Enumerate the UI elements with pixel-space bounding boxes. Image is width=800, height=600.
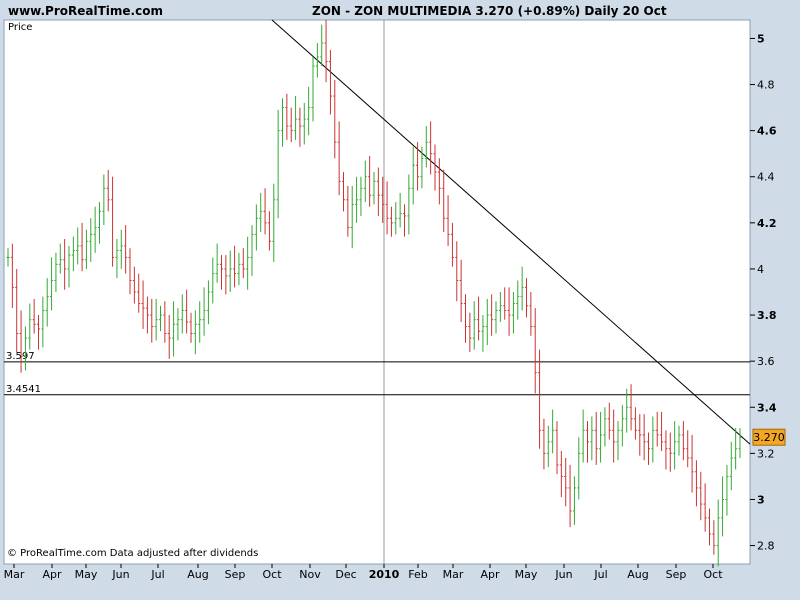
chart-title: ZON - ZON MULTIMEDIA 3.270 (+0.89%) Dail… (312, 4, 667, 18)
plot-area (3, 19, 751, 565)
x-tick-label: May (75, 568, 98, 581)
x-tick-label: Nov (299, 568, 321, 581)
x-tick-label: May (515, 568, 538, 581)
y-tick-label: 4.6 (757, 125, 777, 138)
x-tick-label: Mar (4, 568, 25, 581)
x-tick-label: Dec (335, 568, 356, 581)
y-tick-label: 3.8 (757, 309, 777, 322)
y-tick-label: 3.4 (757, 401, 777, 414)
last-price-label: 3.270 (753, 431, 785, 444)
chart: www.ProRealTime.com ZON - ZON MULTIMEDIA… (0, 0, 800, 600)
x-tick-label: Aug (627, 568, 648, 581)
x-tick-label: Jun (554, 568, 572, 581)
y-tick-label: 3.2 (757, 447, 775, 460)
y-tick-label: 4.4 (757, 171, 775, 184)
site-label: www.ProRealTime.com (8, 4, 163, 18)
x-tick-label: Apr (480, 568, 500, 581)
y-tick-label: 3 (757, 493, 765, 506)
y-tick-label: 4.2 (757, 217, 777, 230)
chart-svg: www.ProRealTime.com ZON - ZON MULTIMEDIA… (3, 4, 786, 581)
x-tick-label: Oct (703, 568, 723, 581)
x-tick-label: Sep (666, 568, 687, 581)
x-tick-label: Sep (225, 568, 246, 581)
x-tick-label: Apr (42, 568, 62, 581)
support-line-label: 3.597 (6, 351, 35, 362)
y-tick-label: 4.8 (757, 79, 775, 92)
x-tick-label: Jul (150, 568, 164, 581)
footer-note: © ProRealTime.com Data adjusted after di… (7, 548, 258, 559)
y-tick-label: 3.6 (757, 355, 775, 368)
y-tick-label: 5 (757, 32, 765, 45)
x-tick-label: Mar (443, 568, 464, 581)
x-tick-label: Feb (408, 568, 427, 581)
x-tick-label: Oct (262, 568, 282, 581)
y-tick-label: 4 (757, 263, 764, 276)
x-tick-label: Aug (187, 568, 208, 581)
x-tick-label: 2010 (369, 568, 400, 581)
support-line-label: 3.4541 (6, 384, 41, 395)
y-tick-label: 2.8 (757, 540, 775, 553)
x-tick-label: Jun (111, 568, 129, 581)
x-tick-label: Jul (593, 568, 607, 581)
price-axis-label: Price (8, 22, 32, 33)
